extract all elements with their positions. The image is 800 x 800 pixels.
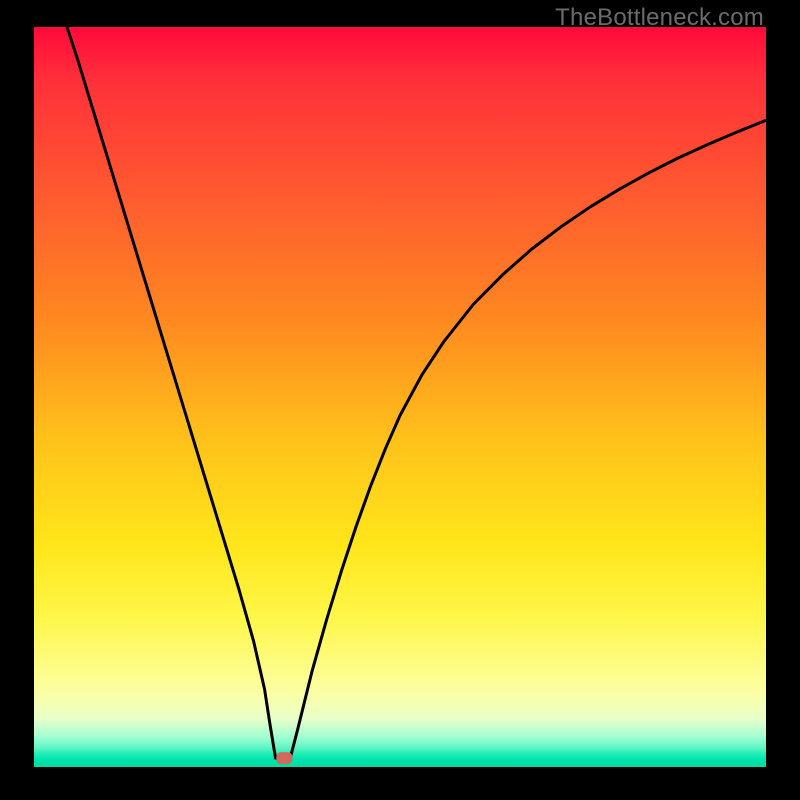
curve-svg xyxy=(34,27,766,767)
plot-area xyxy=(34,27,766,767)
minimum-marker xyxy=(277,753,292,764)
bottleneck-curve xyxy=(67,27,766,758)
chart-frame: TheBottleneck.com xyxy=(0,0,800,800)
